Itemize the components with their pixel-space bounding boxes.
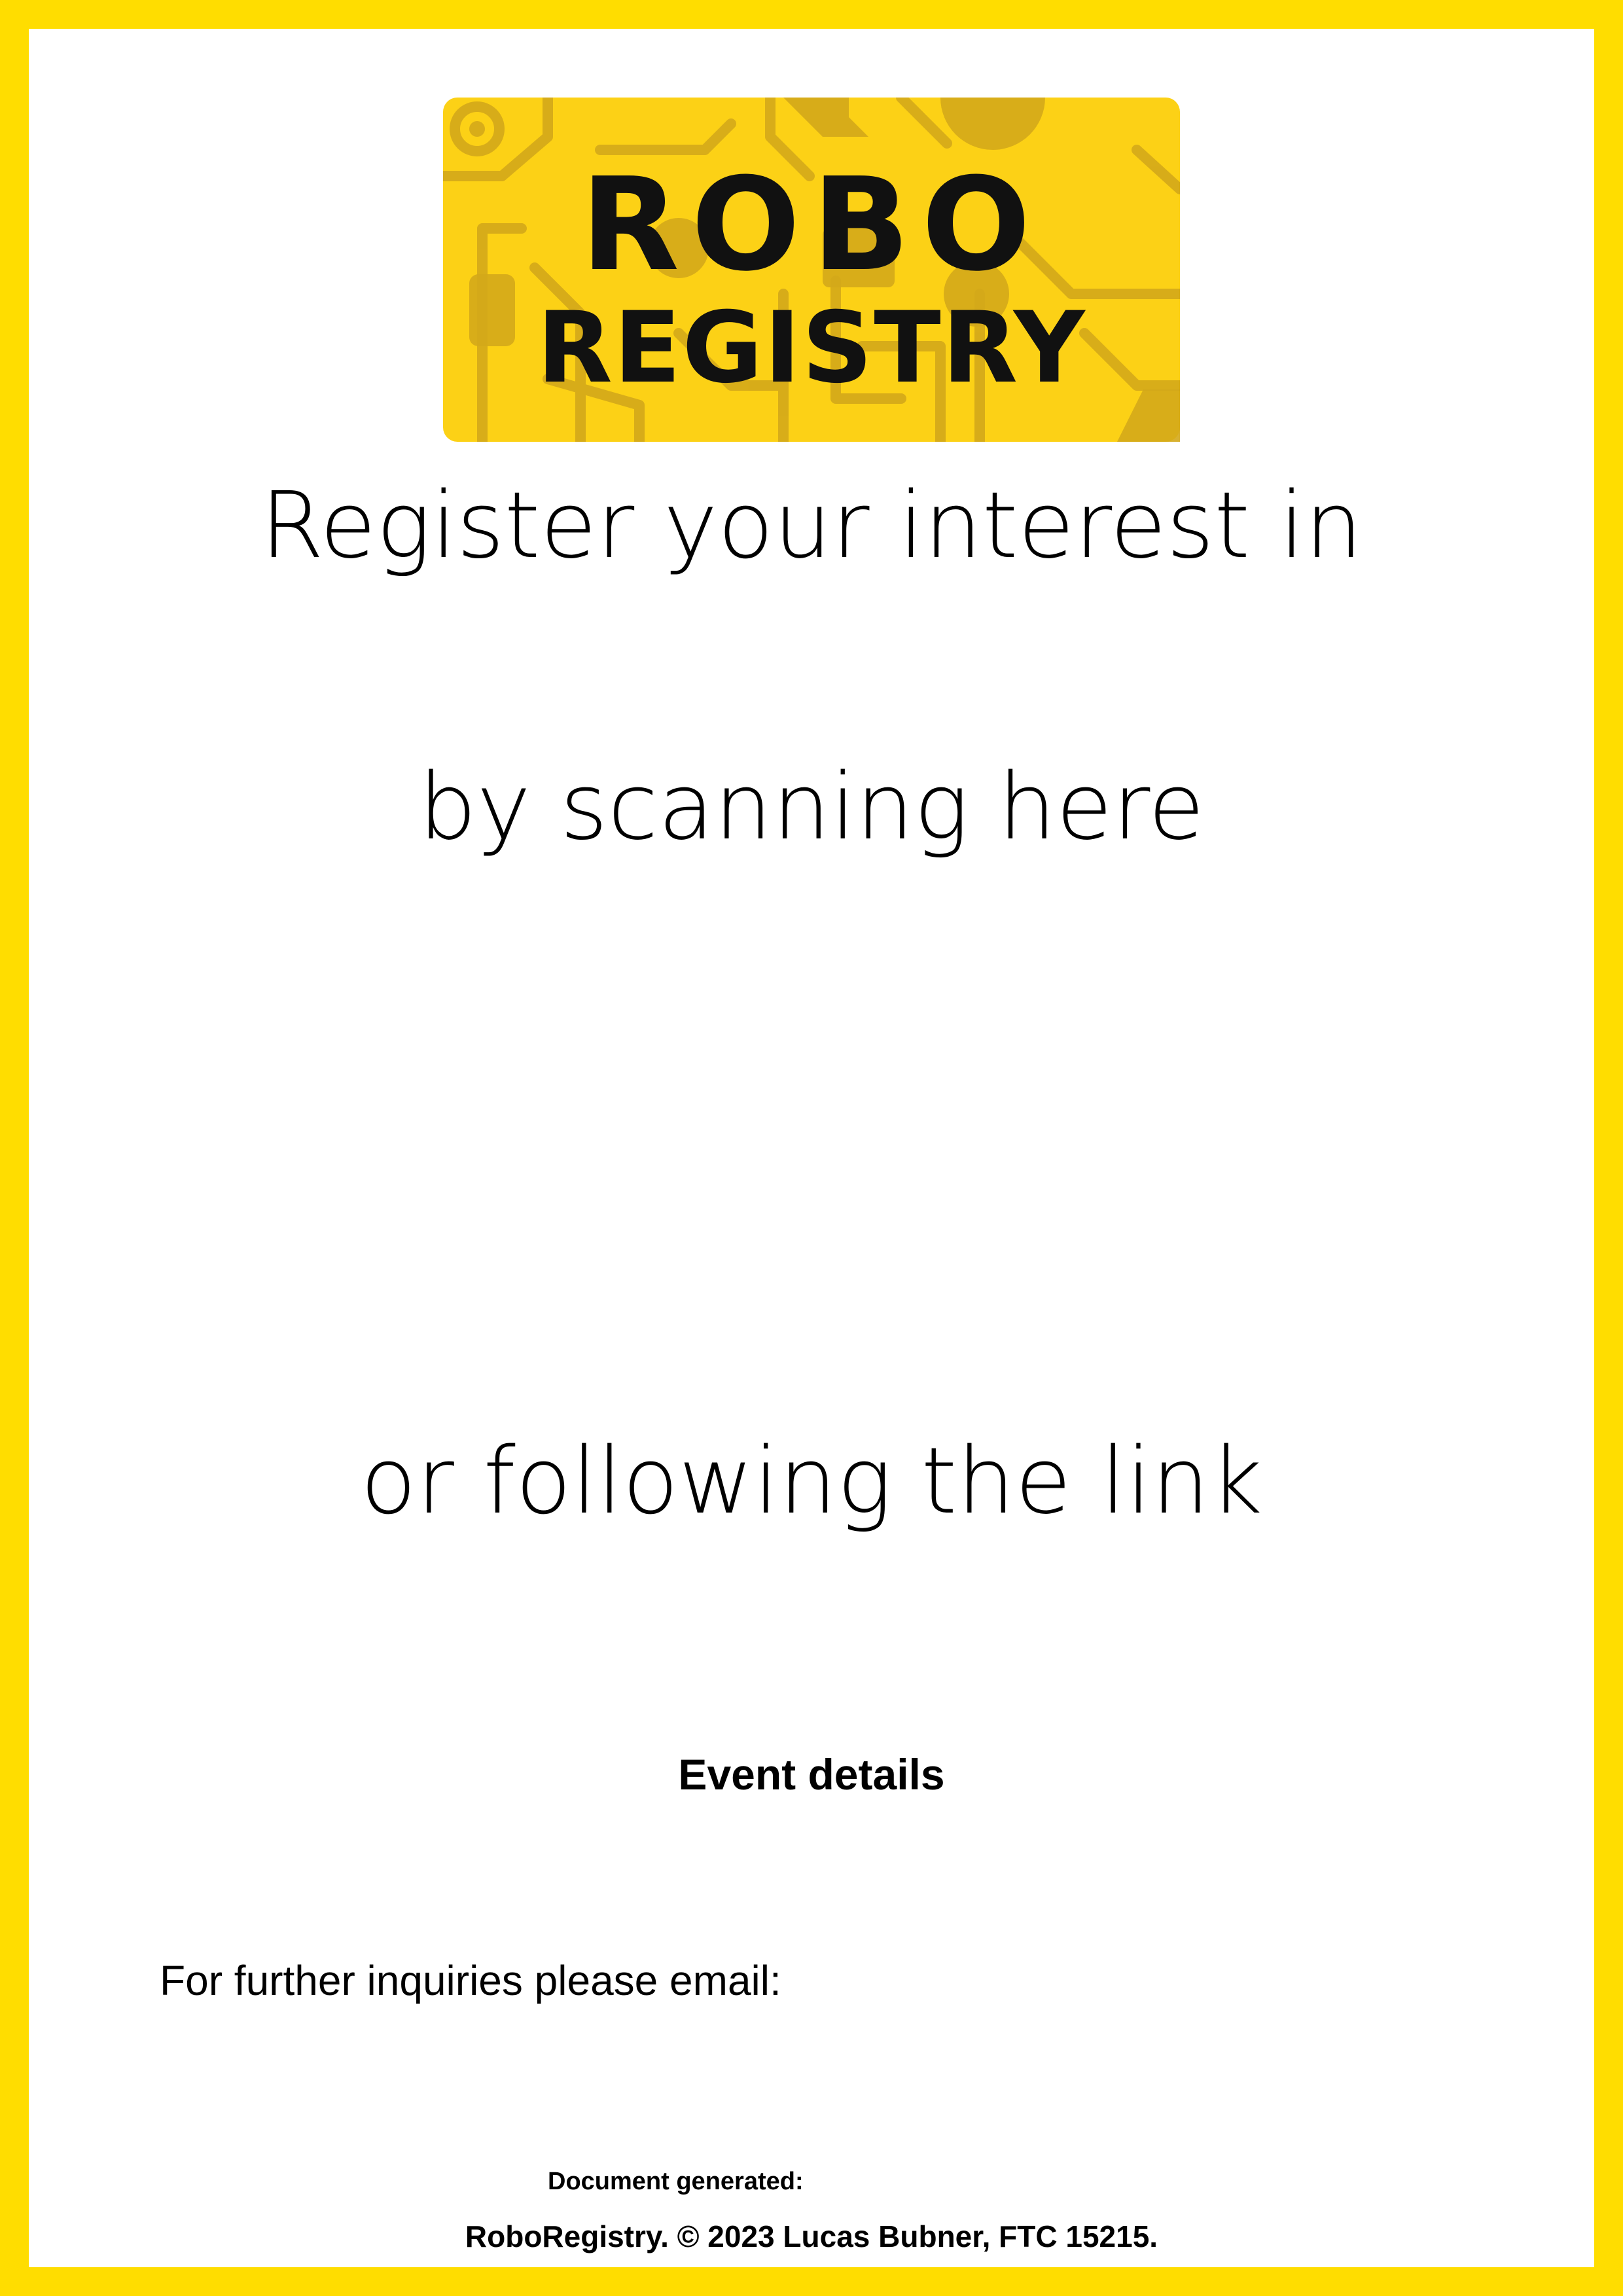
logo-registry-text: REGISTRY [537,291,1086,405]
heading-scan-here: by scanning here [418,754,1205,861]
footer-copyright: RoboRegistry. © 2023 Lucas Bubner, FTC 1… [465,2219,1158,2253]
logo-robo-text: ROBO [580,151,1043,300]
roboregistry-logo: ROBO REGISTRY [443,98,1180,442]
poster-page: ROBO REGISTRY Register your interest in … [29,29,1594,2267]
document-generated-label: Document generated: [548,2168,804,2195]
event-details-heading: Event details [678,1750,945,1799]
logo-graphic: ROBO REGISTRY [443,98,1180,442]
heading-follow-link: or following the link [360,1428,1263,1535]
heading-register-interest: Register your interest in [260,473,1363,579]
inquiries-email-text: For further inquiries please email: [160,1957,781,2004]
